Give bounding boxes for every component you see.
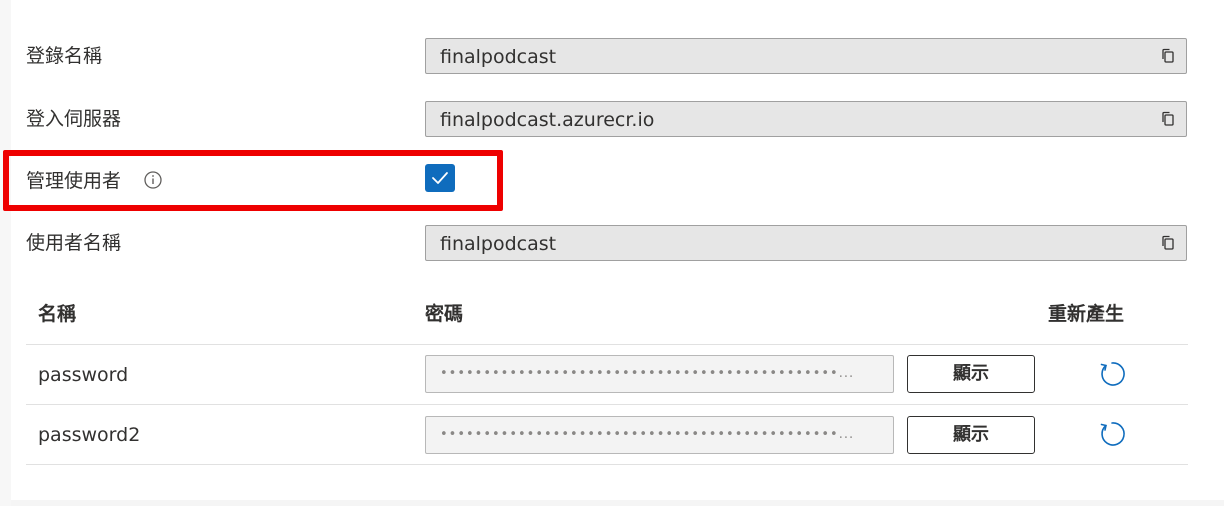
password2-field[interactable]: ••••••••••••••••••••••••••••••••••••••••…: [425, 416, 894, 454]
password-field[interactable]: ••••••••••••••••••••••••••••••••••••••••…: [425, 355, 894, 393]
bottom-edge: [11, 500, 1224, 506]
registry-name-label: 登錄名稱: [26, 45, 103, 67]
access-keys-panel: 登錄名稱 finalpodcast 登入伺服器 finalpodcast.azu…: [0, 0, 1224, 506]
copy-icon[interactable]: [1159, 234, 1177, 252]
table-divider: [26, 464, 1188, 465]
password2-masked-value: ••••••••••••••••••••••••••••••••••••••••…: [440, 427, 855, 442]
show-password2-button[interactable]: 顯示: [907, 416, 1035, 454]
left-gutter: [0, 0, 11, 506]
column-header-regenerate: 重新產生: [1048, 303, 1125, 325]
table-divider: [26, 404, 1188, 405]
refresh-icon[interactable]: [1097, 359, 1127, 389]
registry-name-value: finalpodcast: [440, 46, 557, 68]
table-divider: [26, 344, 1188, 345]
password2-row-name: password2: [38, 424, 141, 446]
password-row-name: password: [38, 364, 129, 386]
admin-user-highlight: [3, 150, 503, 211]
login-server-field[interactable]: finalpodcast.azurecr.io: [425, 101, 1187, 137]
copy-icon[interactable]: [1159, 110, 1177, 128]
login-server-label: 登入伺服器: [26, 108, 122, 130]
show-password-button[interactable]: 顯示: [907, 355, 1035, 393]
username-value: finalpodcast: [440, 233, 557, 255]
login-server-value: finalpodcast.azurecr.io: [440, 109, 655, 131]
refresh-icon[interactable]: [1097, 419, 1127, 449]
registry-name-field[interactable]: finalpodcast: [425, 38, 1187, 74]
column-header-password: 密碼: [425, 303, 464, 325]
copy-icon[interactable]: [1159, 47, 1177, 65]
column-header-name: 名稱: [38, 303, 77, 325]
username-field[interactable]: finalpodcast: [425, 225, 1187, 261]
password-masked-value: ••••••••••••••••••••••••••••••••••••••••…: [440, 366, 855, 381]
username-label: 使用者名稱: [26, 232, 122, 254]
